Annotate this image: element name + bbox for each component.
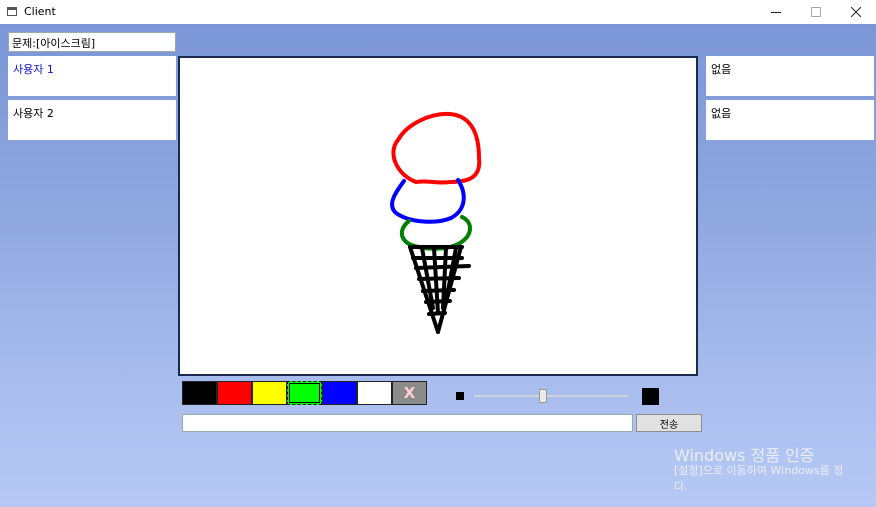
user-slot-2: 사용자 2	[8, 100, 176, 140]
blue-stroke	[390, 178, 466, 224]
color-swatch-4[interactable]	[287, 381, 322, 405]
color-swatch-6[interactable]	[357, 381, 392, 405]
red-stroke	[391, 111, 482, 185]
activation-watermark-text: [설정]으로 이동하여 Windows를 정 다.	[674, 463, 874, 495]
app-icon	[7, 7, 17, 16]
user-slot-1: 사용자 1	[8, 56, 176, 96]
color-swatch-2[interactable]	[217, 381, 252, 405]
close-icon	[851, 7, 861, 17]
title-bar: Client	[0, 0, 876, 24]
activation-watermark-line2: 다.	[674, 480, 688, 493]
send-button[interactable]: 전송	[636, 414, 702, 432]
minimize-button[interactable]	[756, 0, 796, 24]
activation-watermark-line1: [설정]으로 이동하여 Windows를 정	[674, 464, 844, 477]
user-slot-3: 없음	[706, 56, 874, 96]
topic-label: 문제:[아이스크림]	[8, 32, 176, 52]
color-swatch-3[interactable]	[252, 381, 287, 405]
chat-input[interactable]	[182, 414, 633, 432]
black-stroke	[408, 245, 471, 334]
brush-size-min-icon	[456, 392, 464, 400]
brush-size-slider-track[interactable]	[474, 395, 628, 397]
close-button[interactable]	[836, 0, 876, 24]
user-slot-4: 없음	[706, 100, 874, 140]
drawing-canvas[interactable]	[178, 56, 698, 376]
color-swatch-5[interactable]	[322, 381, 357, 405]
minimize-icon	[771, 12, 781, 13]
maximize-icon	[811, 7, 821, 17]
maximize-button[interactable]	[796, 0, 836, 24]
brush-size-max-icon	[642, 388, 659, 405]
window-title: Client	[24, 5, 56, 18]
color-swatch-1[interactable]	[182, 381, 217, 405]
icecream-drawing	[390, 111, 482, 334]
color-palette: X	[182, 381, 427, 405]
clear-canvas-button[interactable]: X	[392, 381, 427, 405]
brush-size-slider-thumb[interactable]	[539, 389, 548, 403]
